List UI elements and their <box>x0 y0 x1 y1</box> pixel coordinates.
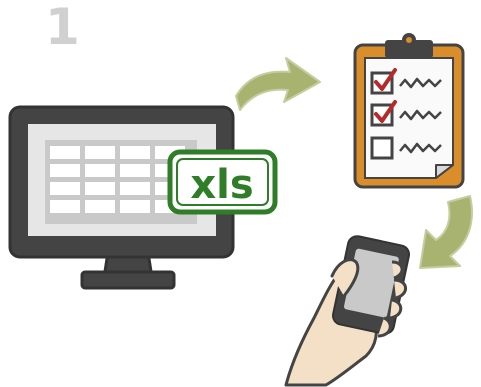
xls-file-badge: xls <box>167 149 278 215</box>
xls-badge-label: xls <box>190 162 253 208</box>
curved-arrow-down-left-icon <box>419 195 473 269</box>
smartphone-in-hand-icon <box>284 235 411 387</box>
curved-arrow-right-icon <box>235 57 321 111</box>
checklist-clipboard-icon <box>353 33 465 189</box>
workflow-step-illustration: 1 xls <box>0 0 481 387</box>
checkbox-empty-icon <box>370 136 394 160</box>
workflow-illustration: xls <box>8 33 473 387</box>
